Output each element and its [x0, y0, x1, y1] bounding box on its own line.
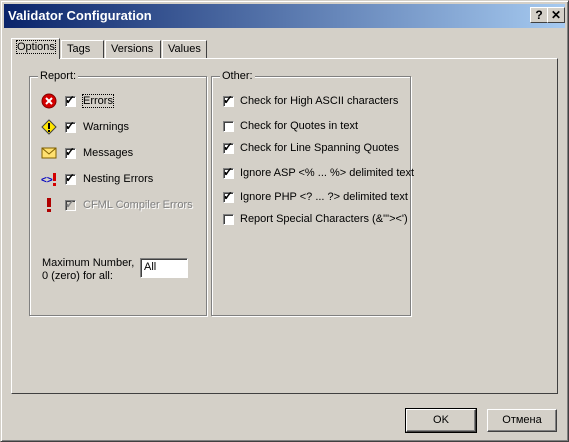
other-item-row: ✓ Ignore PHP <? ... ?> delimited text: [223, 189, 408, 206]
other-item-row: ✓ Ignore ASP <% ... %> delimited text: [223, 165, 414, 182]
ignore-asp-checkbox[interactable]: ✓: [223, 165, 234, 179]
warning-icon: [41, 119, 57, 135]
tab-tags[interactable]: Tags: [61, 40, 104, 58]
tab-tags-label: Tags: [67, 43, 91, 55]
other-item-row: ✓ Check for High ASCII characters: [223, 93, 407, 110]
tab-options[interactable]: Options: [11, 38, 60, 59]
other-item-row: Check for Quotes in text: [223, 119, 407, 135]
error-icon: [41, 93, 57, 109]
exclamation-icon: [47, 198, 51, 212]
report-messages-row: ✓ Messages: [41, 145, 201, 161]
high-ascii-label: Check for High ASCII characters: [240, 95, 399, 107]
other-item-row: ✓ Check for Line Spanning Quotes: [223, 140, 407, 157]
report-nesting-row: <> ✓ Nesting Errors: [41, 171, 201, 187]
help-button[interactable]: ?: [530, 7, 548, 23]
max-number-input[interactable]: All: [140, 258, 188, 278]
close-button[interactable]: ✕: [547, 7, 565, 23]
options-panel: Report: ✓ Errors ✓ Warnings ✓ Messages <…: [11, 58, 558, 394]
ignore-php-checkbox[interactable]: ✓: [223, 189, 234, 203]
max-number-label-line2: 0 (zero) for all:: [42, 270, 113, 282]
warnings-label: Warnings: [83, 121, 130, 133]
other-item-row: Report Special Characters (&'"><'): [223, 212, 408, 228]
messages-label: Messages: [83, 147, 134, 159]
tab-versions[interactable]: Versions: [105, 40, 161, 58]
ignore-asp-label: Ignore ASP <% ... %> delimited text: [240, 167, 415, 179]
tab-options-label: Options: [16, 40, 56, 54]
max-number-label-line1: Maximum Number,: [42, 257, 135, 269]
cfml-compiler-errors-label: CFML Compiler Errors: [83, 199, 193, 211]
title-bar[interactable]: Validator Configuration ? ✕: [4, 4, 565, 28]
line-spanning-quotes-label: Check for Line Spanning Quotes: [240, 142, 399, 154]
tab-versions-label: Versions: [111, 43, 154, 55]
nesting-errors-checkbox[interactable]: ✓: [65, 171, 76, 185]
svg-text:<>: <>: [41, 175, 53, 186]
quotes-in-text-label: Check for Quotes in text: [240, 120, 358, 132]
validator-configuration-dialog: Validator Configuration ? ✕ Options Tags…: [0, 0, 569, 442]
tab-values-label: Values: [168, 43, 201, 55]
window-title: Validator Configuration: [8, 8, 152, 23]
report-legend: Report:: [38, 70, 79, 82]
ok-button[interactable]: OK: [405, 408, 477, 433]
messages-checkbox[interactable]: ✓: [65, 145, 76, 159]
high-ascii-checkbox[interactable]: ✓: [223, 93, 234, 107]
errors-label: Errors: [82, 94, 114, 108]
other-legend: Other:: [220, 70, 255, 82]
nesting-errors-label: Nesting Errors: [83, 173, 154, 185]
errors-checkbox[interactable]: ✓: [65, 93, 76, 107]
nesting-error-icon: <>: [41, 173, 56, 186]
report-cfml-row: ✓ CFML Compiler Errors: [41, 197, 201, 213]
warnings-checkbox[interactable]: ✓: [65, 119, 76, 133]
cancel-button[interactable]: Отмена: [487, 409, 557, 432]
cfml-compiler-errors-checkbox: ✓: [65, 197, 76, 211]
special-characters-label: Report Special Characters (&'"><'): [240, 213, 408, 225]
ignore-php-label: Ignore PHP <? ... ?> delimited text: [240, 191, 408, 203]
tab-values[interactable]: Values: [162, 40, 207, 58]
special-characters-checkbox[interactable]: [223, 214, 234, 225]
message-envelope-icon: [41, 147, 57, 159]
report-group: Report: ✓ Errors ✓ Warnings ✓ Messages <…: [29, 70, 207, 316]
line-spanning-quotes-checkbox[interactable]: ✓: [223, 140, 234, 154]
report-warnings-row: ✓ Warnings: [41, 119, 201, 135]
report-errors-row: ✓ Errors: [41, 93, 201, 109]
quotes-in-text-checkbox[interactable]: [223, 121, 234, 132]
other-group: Other: ✓ Check for High ASCII characters…: [211, 70, 414, 316]
